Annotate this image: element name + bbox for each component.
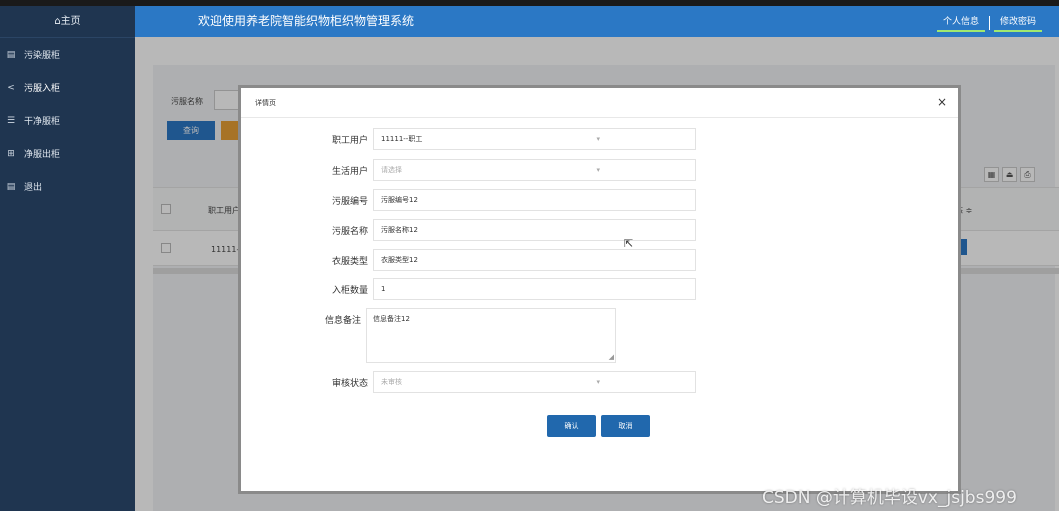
resident-user-select[interactable]: 请选择 ▾ [373,159,696,181]
watermark: CSDN @计算机毕设vx_jsjbs999 [762,488,1017,508]
header-links: 个人信息 修改密码 [936,14,1042,32]
modal-backdrop[interactable] [135,37,1059,85]
field-label-remark: 信息备注 [324,316,361,326]
review-status-value: 未审核 [381,378,402,386]
chevron-down-icon: ▾ [596,378,600,386]
file-icon: ▤ [6,181,16,192]
field-label-review-status: 审核状态 [331,379,368,389]
field-label-dirty-number: 污服编号 [331,197,368,207]
staff-user-value: 11111--职工 [381,135,423,143]
sidebar-item-clean-cabinet[interactable]: ☰ 干净服柜 [0,104,135,137]
field-label-staff-user: 职工用户 [331,136,368,146]
sidebar-item-dirty-cabinet[interactable]: ▤ 污染服柜 [0,38,135,71]
cancel-button[interactable]: 取消 [601,415,650,437]
sidebar-item-label: 干净服柜 [24,117,61,127]
sidebar-item-label: 污染服柜 [24,51,61,61]
grid-icon: ⊞ [7,148,15,159]
remark-textarea[interactable]: 信息备注12 ◢ [366,308,616,363]
field-label-dirty-name: 污服名称 [331,227,368,237]
sidebar-item-label: 污服入柜 [24,84,61,94]
field-label-resident-user: 生活用户 [331,167,368,177]
header-divider [988,16,990,30]
sidebar-home[interactable]: ⌂主页 [0,6,135,38]
sidebar: ⌂主页 ▤ 污染服柜 < 污服入柜 ☰ 干净服柜 ⊞ 净服出柜 ▤ 退出 [0,6,135,511]
modal-header: 详情页 × [241,88,958,118]
list-icon: ☰ [6,115,16,126]
mouse-cursor-icon: ⇱ [624,237,634,250]
modal-title: 详情页 [255,99,276,107]
dirty-number-input[interactable]: 污服编号12 [373,189,696,211]
dirty-name-input[interactable]: 污服名称12 [373,219,696,241]
sidebar-item-logout[interactable]: ▤ 退出 [0,170,135,203]
resident-user-value: 请选择 [381,166,402,174]
remark-value: 信息备注12 [373,315,410,323]
modal-backdrop[interactable] [961,85,1059,511]
sidebar-item-label: 退出 [24,183,43,193]
chevron-down-icon: ▾ [596,166,600,174]
detail-modal: 详情页 × 职工用户 11111--职工 ▾ 生活用户 请选择 ▾ 污服编号 污… [238,85,961,494]
sidebar-item-dirty-in[interactable]: < 污服入柜 [0,71,135,104]
clothes-type-input[interactable]: 衣服类型12 [373,249,696,271]
sidebar-item-clean-out[interactable]: ⊞ 净服出柜 [0,137,135,170]
profile-link[interactable]: 个人信息 [936,14,985,32]
field-label-quantity: 入柜数量 [331,286,368,296]
share-icon: < [7,82,15,93]
sidebar-item-label: 净服出柜 [24,150,61,160]
field-label-clothes-type: 衣服类型 [331,257,368,267]
close-icon[interactable]: × [937,95,947,109]
header: 欢迎使用养老院智能织物柜织物管理系统 个人信息 修改密码 [135,6,1059,37]
staff-user-select[interactable]: 11111--职工 ▾ [373,128,696,150]
change-password-link[interactable]: 修改密码 [993,14,1042,32]
resize-grip-icon[interactable]: ◢ [609,353,614,361]
app-title: 欢迎使用养老院智能织物柜织物管理系统 [198,14,415,28]
file-icon: ▤ [6,49,16,60]
sidebar-home-label: 主页 [60,16,81,27]
review-status-select[interactable]: 未审核 ▾ [373,371,696,393]
chevron-down-icon: ▾ [596,135,600,143]
modal-backdrop[interactable] [135,85,238,511]
confirm-button[interactable]: 确认 [547,415,596,437]
quantity-input[interactable]: 1 [373,278,696,300]
